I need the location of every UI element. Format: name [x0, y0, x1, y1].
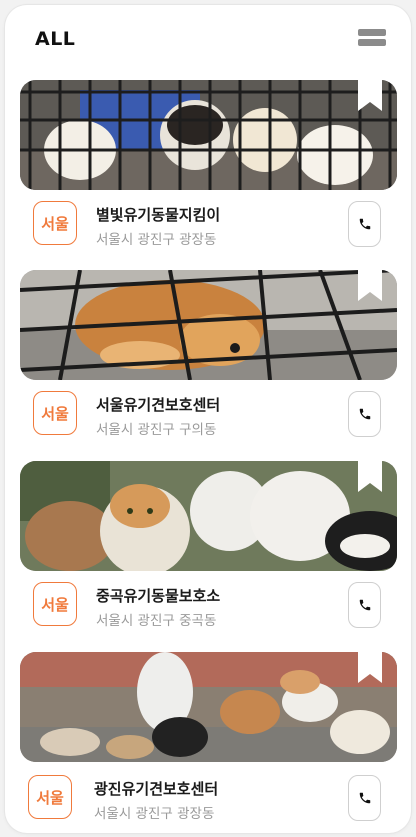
- call-button[interactable]: [348, 201, 381, 247]
- puppies-in-cage-image: [20, 80, 397, 190]
- shelter-photo[interactable]: [20, 270, 397, 380]
- phone-icon: [359, 599, 370, 611]
- region-badge: 서울: [33, 582, 77, 626]
- shelter-photo[interactable]: [20, 652, 397, 762]
- app-screen: ALL 서울 별빛유기동물지킴이 서울시 광진구 광장동 서울 서울유기견보호센…: [5, 5, 411, 833]
- phone-icon: [359, 792, 370, 804]
- shelter-address: 서울시 광진구 광장동: [96, 232, 217, 248]
- puppy-behind-bars-image: [20, 270, 397, 380]
- shelter-dogs-group-image: [20, 652, 397, 762]
- shelter-info: 서울 서울유기견보호센터 서울시 광진구 구의동: [20, 388, 397, 444]
- call-button[interactable]: [348, 775, 381, 821]
- call-button[interactable]: [348, 391, 381, 437]
- shelter-photo[interactable]: [20, 461, 397, 571]
- shelter-name[interactable]: 중곡유기동물보호소: [96, 585, 220, 606]
- hamburger-menu-icon[interactable]: [358, 29, 386, 49]
- shelter-name[interactable]: 서울유기견보호센터: [96, 394, 220, 415]
- bookmark-icon[interactable]: [357, 650, 383, 684]
- shelter-address: 서울시 광진구 광장동: [94, 806, 215, 822]
- region-badge: 서울: [33, 201, 77, 245]
- shelter-info: 서울 별빛유기동물지킴이 서울시 광진구 광장동: [20, 198, 397, 254]
- bookmark-icon[interactable]: [357, 459, 383, 493]
- phone-icon: [359, 408, 370, 420]
- bookmark-icon[interactable]: [357, 268, 383, 302]
- shelter-name[interactable]: 광진유기견보호센터: [94, 778, 218, 799]
- region-badge: 서울: [33, 391, 77, 435]
- shelter-address: 서울시 광진구 중곡동: [96, 613, 217, 629]
- shelter-name[interactable]: 별빛유기동물지킴이: [96, 204, 220, 225]
- page-title: ALL: [35, 28, 76, 50]
- phone-icon: [359, 218, 370, 230]
- bookmark-icon[interactable]: [357, 78, 383, 112]
- region-badge: 서울: [28, 775, 72, 819]
- header: ALL: [5, 5, 411, 71]
- shelter-info: 서울 중곡유기동물보호소 서울시 광진구 중곡동: [20, 579, 397, 635]
- shelter-info: 서울 광진유기견보호센터 서울시 광진구 광장동: [20, 772, 397, 828]
- shelter-address: 서울시 광진구 구의동: [96, 422, 217, 438]
- call-button[interactable]: [348, 582, 381, 628]
- shelter-photo[interactable]: [20, 80, 397, 190]
- cats-and-dogs-image: [20, 461, 397, 571]
